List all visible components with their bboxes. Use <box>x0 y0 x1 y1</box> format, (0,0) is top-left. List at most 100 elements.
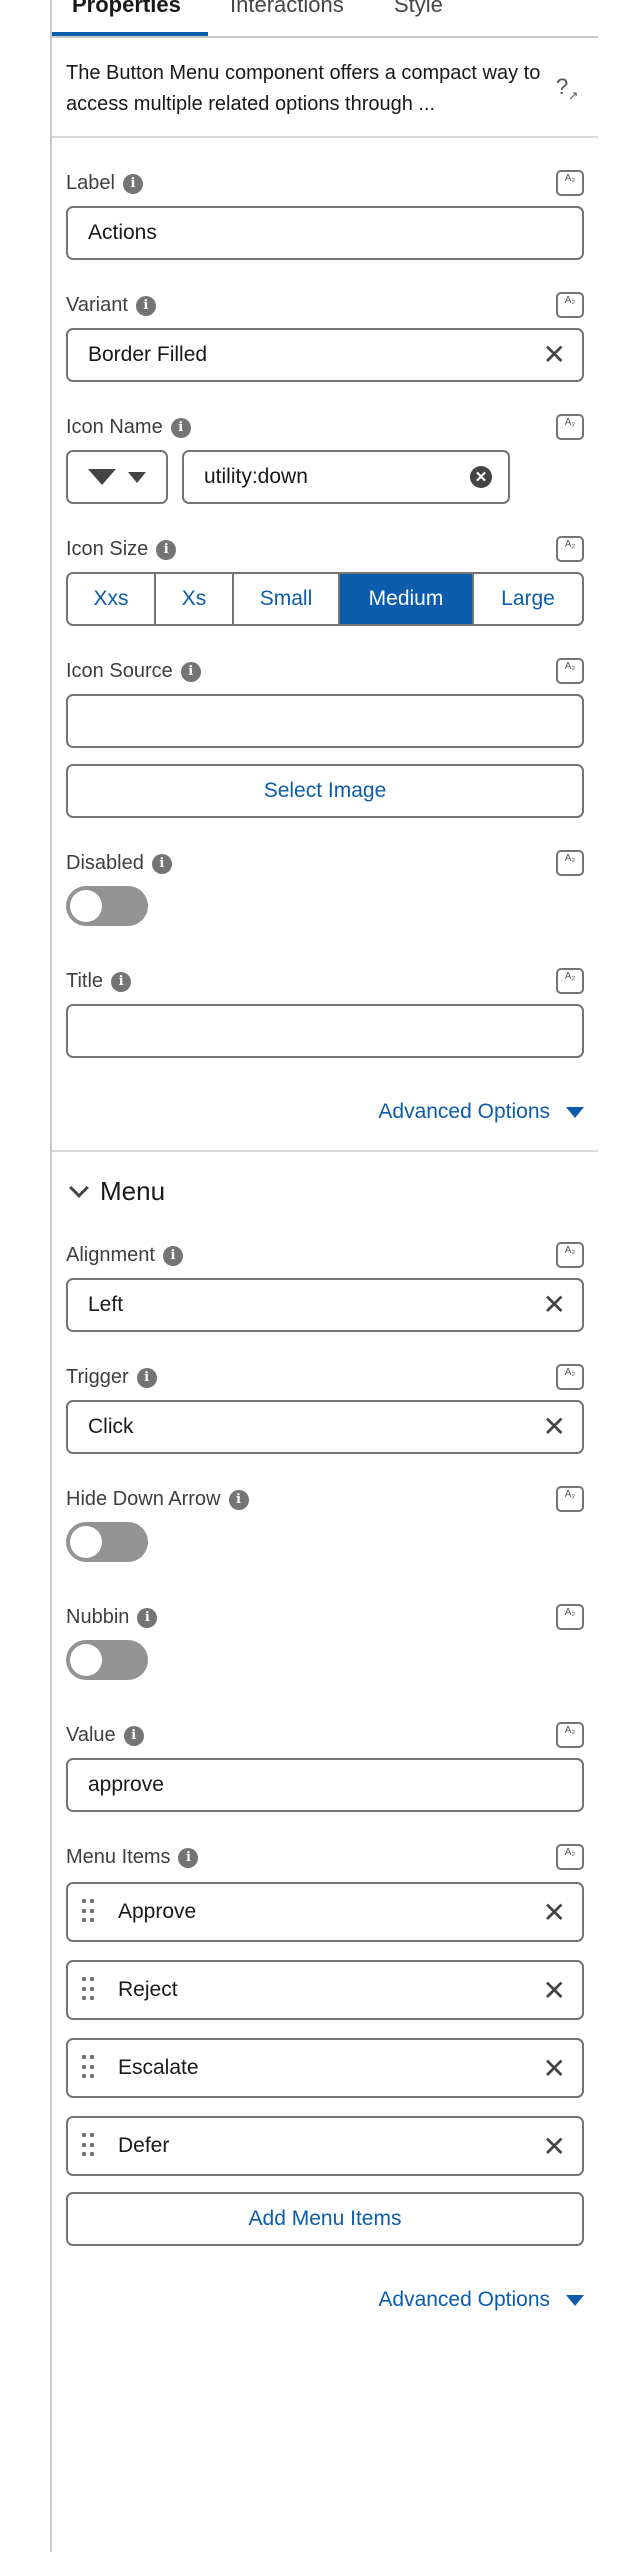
data-bind-icon[interactable]: A₂ <box>556 1844 584 1870</box>
info-icon[interactable]: i <box>178 1847 199 1868</box>
menu-item-row[interactable]: Defer ✕ <box>66 2116 584 2176</box>
value-input[interactable]: approve <box>66 1758 584 1812</box>
data-bind-icon[interactable]: A₂ <box>556 968 584 994</box>
remove-item-icon[interactable]: ✕ <box>543 1898 566 1928</box>
remove-item-icon[interactable]: ✕ <box>543 2054 566 2084</box>
info-icon[interactable]: i <box>111 971 132 992</box>
tab-style[interactable]: Style <box>394 0 443 18</box>
chevron-down-icon <box>69 1177 89 1198</box>
variant-combobox[interactable]: Border Filled ✕ <box>66 328 584 382</box>
menu-section-title: Menu <box>100 1176 166 1206</box>
toggle-knob <box>70 1644 102 1676</box>
nubbin-toggle[interactable] <box>66 1640 148 1680</box>
info-icon[interactable]: i <box>170 417 191 438</box>
advanced-options-label: Advanced Options <box>378 1100 550 1123</box>
remove-item-icon[interactable]: ✕ <box>543 2132 566 2162</box>
down-icon-preview <box>88 469 116 485</box>
icon-source-input[interactable] <box>66 694 584 748</box>
size-option-xs[interactable]: Xs <box>156 574 234 624</box>
right-gutter <box>598 0 644 2552</box>
drag-handle-icon[interactable] <box>82 1977 94 2003</box>
icon-name-field-label: Icon Name i <box>66 416 191 439</box>
nubbin-field-label: Nubbin i <box>66 1606 158 1629</box>
menu-item-row[interactable]: Escalate ✕ <box>66 2038 584 2098</box>
advanced-options-label: Advanced Options <box>378 2288 550 2311</box>
info-icon[interactable]: i <box>151 853 172 874</box>
toggle-knob <box>70 1526 102 1558</box>
value-field-label: Value i <box>66 1724 144 1747</box>
info-icon[interactable]: i <box>122 173 143 194</box>
clear-icon[interactable]: ✕ <box>543 1290 566 1320</box>
menu-item-label: Defer <box>118 2134 170 2157</box>
info-icon[interactable]: i <box>123 1725 144 1746</box>
data-bind-icon[interactable]: A₂ <box>556 1604 584 1630</box>
remove-item-icon[interactable]: ✕ <box>543 1976 566 2006</box>
chevron-down-icon <box>128 471 146 483</box>
tab-properties[interactable]: Properties <box>72 0 181 18</box>
add-menu-items-button[interactable]: Add Menu Items <box>66 2192 584 2246</box>
data-bind-icon[interactable]: A₂ <box>556 1722 584 1748</box>
size-option-medium[interactable]: Medium <box>340 574 474 624</box>
help-icon[interactable]: ?↗ <box>556 74 578 102</box>
clear-icon[interactable]: ✕ <box>543 340 566 370</box>
divider <box>52 136 598 138</box>
alignment-value: Left <box>88 1293 124 1316</box>
menu-section-header[interactable]: Menu <box>68 1176 165 1207</box>
clear-circle-icon[interactable]: ✕ <box>470 466 492 488</box>
tab-interactions[interactable]: Interactions <box>230 0 344 18</box>
info-icon[interactable]: i <box>136 1367 157 1388</box>
info-icon[interactable]: i <box>137 1607 158 1628</box>
size-option-small[interactable]: Small <box>234 574 340 624</box>
menu-item-row[interactable]: Reject ✕ <box>66 1960 584 2020</box>
disabled-toggle[interactable] <box>66 886 148 926</box>
drag-handle-icon[interactable] <box>82 2133 94 2159</box>
icon-name-value: utility:down <box>204 465 308 488</box>
variant-value: Border Filled <box>88 343 208 366</box>
data-bind-icon[interactable]: A₂ <box>556 658 584 684</box>
hide-down-arrow-toggle[interactable] <box>66 1522 148 1562</box>
trigger-field-label: Trigger i <box>66 1366 157 1389</box>
info-icon[interactable]: i <box>228 1489 249 1510</box>
icon-picker-button[interactable] <box>66 450 168 504</box>
title-input[interactable] <box>66 1004 584 1058</box>
icon-size-field-label: Icon Size i <box>66 538 177 561</box>
menu-item-label: Approve <box>118 1900 197 1923</box>
info-icon[interactable]: i <box>162 1245 183 1266</box>
label-input[interactable]: Actions <box>66 206 584 260</box>
menu-item-row[interactable]: Approve ✕ <box>66 1882 584 1942</box>
label-field-label: Label i <box>66 172 143 195</box>
active-tab-indicator <box>52 32 208 36</box>
drag-handle-icon[interactable] <box>82 2055 94 2081</box>
data-bind-icon[interactable]: A₂ <box>556 850 584 876</box>
caret-down-icon <box>566 1106 584 1118</box>
icon-size-segmented-control: Xxs Xs Small Medium Large <box>66 572 584 626</box>
data-bind-icon[interactable]: A₂ <box>556 1364 584 1390</box>
icon-source-field-label: Icon Source i <box>66 660 201 683</box>
disabled-field-label: Disabled i <box>66 852 172 875</box>
data-bind-icon[interactable]: A₂ <box>556 170 584 196</box>
select-image-button[interactable]: Select Image <box>66 764 584 818</box>
size-option-xxs[interactable]: Xxs <box>68 574 156 624</box>
size-option-large[interactable]: Large <box>474 574 582 624</box>
data-bind-icon[interactable]: A₂ <box>556 536 584 562</box>
menu-advanced-options-toggle[interactable]: Advanced Options <box>378 2288 584 2312</box>
info-icon[interactable]: i <box>135 295 156 316</box>
data-bind-icon[interactable]: A₂ <box>556 414 584 440</box>
clear-icon[interactable]: ✕ <box>543 1412 566 1442</box>
info-icon[interactable]: i <box>180 661 201 682</box>
caret-down-icon <box>566 2294 584 2306</box>
data-bind-icon[interactable]: A₂ <box>556 1486 584 1512</box>
section-divider <box>52 1150 598 1152</box>
drag-handle-icon[interactable] <box>82 1899 94 1925</box>
data-bind-icon[interactable]: A₂ <box>556 1242 584 1268</box>
trigger-combobox[interactable]: Click ✕ <box>66 1400 584 1454</box>
menu-item-label: Reject <box>118 1978 178 2001</box>
advanced-options-toggle[interactable]: Advanced Options <box>378 1100 584 1124</box>
alignment-combobox[interactable]: Left ✕ <box>66 1278 584 1332</box>
info-icon[interactable]: i <box>156 539 177 560</box>
left-gutter <box>0 0 52 2552</box>
data-bind-icon[interactable]: A₂ <box>556 292 584 318</box>
properties-panel: Properties Interactions Style The Button… <box>52 0 598 2552</box>
menu-item-label: Escalate <box>118 2056 199 2079</box>
icon-name-input[interactable]: utility:down ✕ <box>182 450 510 504</box>
